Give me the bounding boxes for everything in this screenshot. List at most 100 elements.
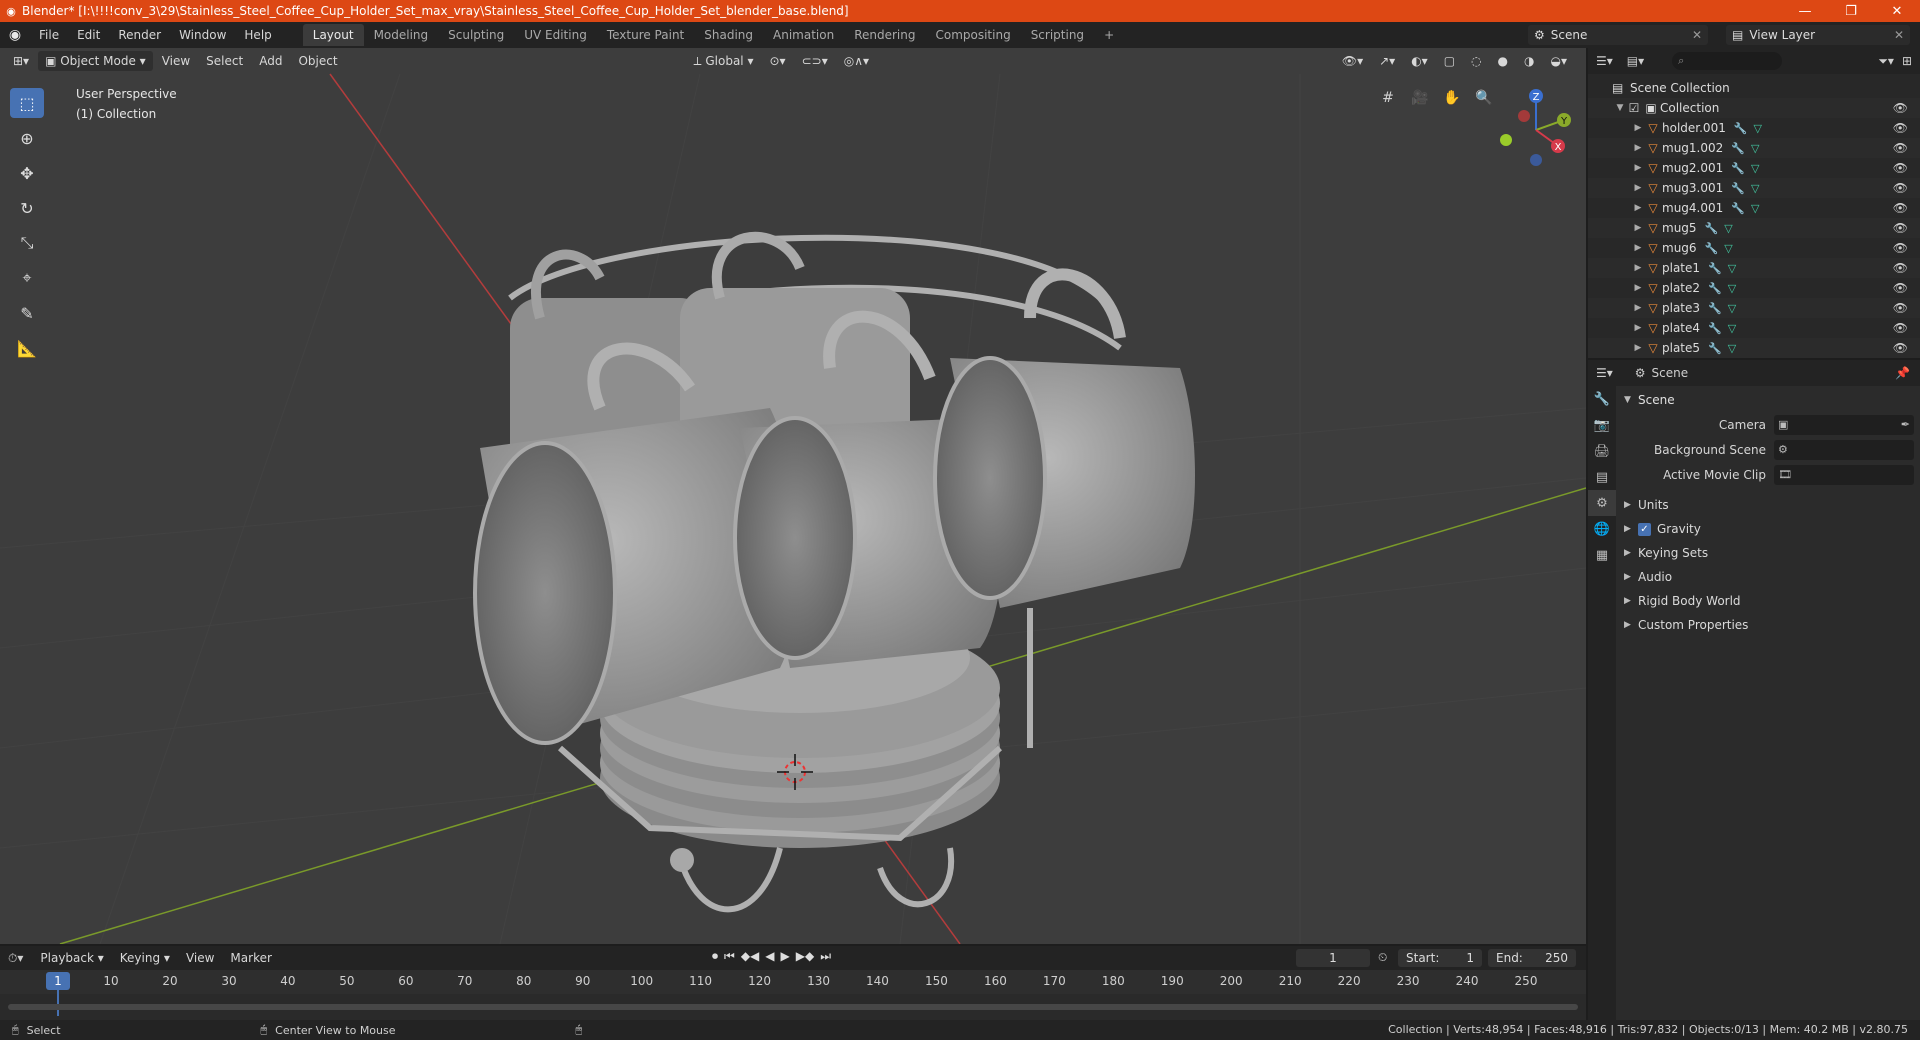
expand-triangle-icon[interactable]: ▶ [1632, 303, 1644, 313]
visibility-icon[interactable]: 👁▾ [1335, 51, 1370, 71]
menu-timeline-view[interactable]: View [179, 948, 221, 968]
material-shading-icon[interactable]: ◑ [1517, 51, 1541, 71]
navigation-gizmo[interactable]: Z Y X [1496, 86, 1576, 166]
rotate-tool-icon[interactable]: ↻ [10, 193, 44, 223]
outliner-object-row[interactable]: ▶ ▽ mug3.001 🔧 ▽ 👁 [1588, 178, 1920, 198]
close-icon[interactable]: ✕ [1894, 28, 1904, 42]
tab-uv-editing[interactable]: UV Editing [514, 24, 597, 46]
expand-triangle-icon[interactable]: ▶ [1632, 143, 1644, 153]
eye-icon[interactable]: 👁 [1893, 221, 1908, 235]
select-box-tool-icon[interactable]: ⬚ [10, 88, 44, 118]
outliner-object-row[interactable]: ▶ ▽ mug6 🔧 ▽ 👁 [1588, 238, 1920, 258]
close-icon[interactable]: ✕ [1692, 28, 1702, 42]
outliner-object-row[interactable]: ▶ ▽ plate5 🔧 ▽ 👁 [1588, 338, 1920, 358]
outliner-search-input[interactable]: ⌕ [1672, 52, 1783, 70]
scene-selector[interactable]: ⚙ Scene ✕ [1528, 25, 1708, 45]
transform-tool-icon[interactable]: ⌖ [10, 263, 44, 293]
start-frame-field[interactable]: Start: 1 [1398, 949, 1482, 967]
checkbox-icon[interactable]: ☑ [1626, 101, 1642, 115]
pan-hand-icon[interactable]: ✋ [1440, 86, 1464, 110]
gravity-checkbox[interactable]: ✓ [1638, 522, 1651, 536]
outliner-object-row[interactable]: ▶ ▽ mug4.001 🔧 ▽ 👁 [1588, 198, 1920, 218]
add-workspace-button[interactable]: + [1094, 24, 1124, 46]
outliner-object-row[interactable]: ▶ ▽ mug5 🔧 ▽ 👁 [1588, 218, 1920, 238]
expand-triangle-icon[interactable]: ▶ [1632, 243, 1644, 253]
view-layer-selector[interactable]: ▤ View Layer ✕ [1726, 25, 1910, 45]
expand-triangle-icon[interactable]: ▶ [1632, 183, 1644, 193]
expand-triangle-icon[interactable]: ▶ [1632, 283, 1644, 293]
menu-marker[interactable]: Marker [223, 948, 278, 968]
mesh-data-icon[interactable]: ▽ [1724, 222, 1732, 235]
tab-texture-paint[interactable]: Texture Paint [597, 24, 694, 46]
play-reverse-icon[interactable]: ◀ [765, 949, 774, 964]
texture-tab-icon[interactable]: ▦ [1588, 542, 1616, 568]
gizmo-icon[interactable]: ↗▾ [1372, 51, 1402, 71]
menu-object[interactable]: Object [291, 51, 344, 71]
transform-orientation-dropdown[interactable]: ⟂ Global ▾ [687, 51, 761, 71]
menu-window[interactable]: Window [170, 22, 235, 48]
background-scene-field[interactable]: ⚙ [1774, 439, 1914, 460]
expand-triangle-icon[interactable]: ▶ [1632, 223, 1644, 233]
mesh-data-icon[interactable]: ▽ [1724, 242, 1732, 255]
modifier-wrench-icon[interactable]: 🔧 [1734, 122, 1748, 135]
outliner-object-row[interactable]: ▶ ▽ plate3 🔧 ▽ 👁 [1588, 298, 1920, 318]
proportional-edit-icon[interactable]: ◎∧▾ [837, 51, 876, 71]
tab-rendering[interactable]: Rendering [844, 24, 925, 46]
current-frame-indicator[interactable]: 1 [46, 972, 70, 990]
snap-icon[interactable]: ⊂⊃▾ [795, 51, 835, 71]
render-tab-icon[interactable]: 📷 [1588, 412, 1616, 438]
menu-select[interactable]: Select [199, 51, 250, 71]
editor-type-icon[interactable]: ⏱▾ [8, 951, 23, 966]
eye-icon[interactable]: 👁 [1893, 321, 1908, 335]
modifier-wrench-icon[interactable]: 🔧 [1731, 182, 1745, 195]
jump-end-icon[interactable]: ⏭ [820, 949, 831, 964]
minimize-button[interactable]: — [1782, 0, 1828, 22]
clock-icon[interactable]: ⏲ [1378, 950, 1387, 965]
view-layer-tab-icon[interactable]: ▤ [1588, 464, 1616, 490]
mesh-data-icon[interactable]: ▽ [1751, 162, 1759, 175]
modifier-wrench-icon[interactable]: 🔧 [1731, 162, 1745, 175]
mesh-data-icon[interactable]: ▽ [1728, 262, 1736, 275]
tab-compositing[interactable]: Compositing [925, 24, 1020, 46]
playhead-line[interactable] [57, 990, 59, 1016]
modifier-wrench-icon[interactable]: 🔧 [1708, 262, 1722, 275]
expand-triangle-icon[interactable]: ▶ [1632, 343, 1644, 353]
tab-modeling[interactable]: Modeling [364, 24, 439, 46]
outliner-object-row[interactable]: ▶ ▽ holder.001 🔧 ▽ 👁 [1588, 118, 1920, 138]
modifier-wrench-icon[interactable]: 🔧 [1708, 282, 1722, 295]
menu-view[interactable]: View [155, 51, 197, 71]
eye-icon[interactable]: 👁 [1893, 121, 1908, 135]
timeline-scrollbar[interactable] [8, 1004, 1578, 1010]
display-mode-icon[interactable]: ▤▾ [1627, 54, 1644, 68]
custom-properties-panel[interactable]: ▶ Custom Properties [1618, 613, 1918, 637]
tab-scripting[interactable]: Scripting [1021, 24, 1094, 46]
filter-icon[interactable]: ⏷▾ [1878, 54, 1894, 69]
tab-animation[interactable]: Animation [763, 24, 844, 46]
modifier-wrench-icon[interactable]: 🔧 [1708, 302, 1722, 315]
tab-layout[interactable]: Layout [302, 24, 364, 46]
rigid-body-world-panel[interactable]: ▶ Rigid Body World [1618, 589, 1918, 613]
overlay-icon[interactable]: ◐▾ [1404, 51, 1435, 71]
scene-panel-header[interactable]: ▼ Scene [1618, 388, 1918, 412]
menu-help[interactable]: Help [235, 22, 280, 48]
mesh-data-icon[interactable]: ▽ [1728, 302, 1736, 315]
expand-triangle-icon[interactable]: ▶ [1632, 323, 1644, 333]
pin-icon[interactable]: 📌 [1895, 366, 1910, 380]
editor-type-icon[interactable]: ☰▾ [1596, 54, 1613, 68]
world-tab-icon[interactable]: 🌐 [1588, 516, 1616, 542]
solid-shading-icon[interactable]: ● [1491, 51, 1515, 71]
modifier-wrench-icon[interactable]: 🔧 [1731, 142, 1745, 155]
eye-icon[interactable]: 👁 [1893, 301, 1908, 315]
eye-icon[interactable]: 👁 [1893, 261, 1908, 275]
menu-playback[interactable]: Playback ▾ [33, 948, 110, 968]
move-tool-icon[interactable]: ✥ [10, 158, 44, 188]
eye-icon[interactable]: 👁 [1893, 141, 1908, 155]
eye-icon[interactable]: 👁 [1893, 341, 1908, 355]
output-tab-icon[interactable]: 🖨 [1588, 438, 1616, 464]
current-frame-field[interactable]: 1 [1296, 949, 1370, 967]
pivot-icon[interactable]: ⊙▾ [763, 51, 793, 71]
units-panel[interactable]: ▶ Units [1618, 493, 1918, 517]
editor-type-icon[interactable]: ☰▾ [1596, 366, 1613, 380]
audio-panel[interactable]: ▶ Audio [1618, 565, 1918, 589]
collapse-triangle-icon[interactable]: ▼ [1614, 103, 1626, 113]
